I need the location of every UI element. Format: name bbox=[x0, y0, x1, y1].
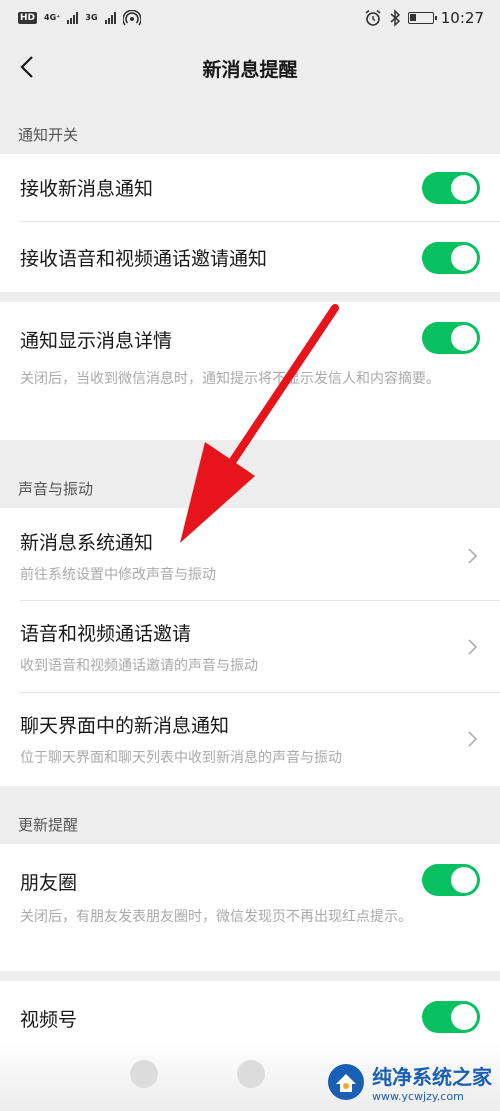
row-call-invite-sound[interactable]: 语音和视频通话邀请 收到语音和视频通话邀请的声音与振动 bbox=[0, 601, 500, 693]
show-message-detail-toggle[interactable] bbox=[422, 322, 480, 354]
back-arrow-icon[interactable] bbox=[14, 52, 44, 82]
chevron-right-icon bbox=[468, 639, 478, 655]
hotspot-icon bbox=[122, 10, 141, 26]
row-moments: 朋友圈 关闭后，有朋友发表朋友圈时，微信发现页不再出现红点提示。 bbox=[0, 844, 500, 971]
card-show-detail: 通知显示消息详情 关闭后，当收到微信消息时，通知提示将不显示发信人和内容摘要。 bbox=[0, 302, 500, 440]
row-description: 关闭后，有朋友发表朋友圈时，微信发现页不再出现红点提示。 bbox=[20, 909, 412, 925]
battery-fill bbox=[409, 14, 416, 21]
watermark-url: www.ycwjzy.com bbox=[372, 1090, 464, 1103]
section-header-sound-vibration: 声音与振动 bbox=[18, 480, 94, 498]
row-title: 视频号 bbox=[20, 1009, 78, 1031]
watermark: 纯净系统之家 www.ycwjzy.com bbox=[326, 1061, 492, 1103]
card-moments: 朋友圈 关闭后，有朋友发表朋友圈时，微信发现页不再出现红点提示。 bbox=[0, 844, 500, 971]
watermark-logo-icon bbox=[328, 1064, 364, 1100]
row-description: 前往系统设置中修改声音与振动 bbox=[20, 567, 216, 583]
toggle-knob bbox=[451, 245, 477, 271]
page-title: 新消息提醒 bbox=[202, 58, 298, 81]
watermark-title: 纯净系统之家 bbox=[372, 1065, 492, 1089]
row-title: 朋友圈 bbox=[20, 872, 78, 894]
card-sound-vibration: 新消息系统通知 前往系统设置中修改声音与振动 语音和视频通话邀请 收到语音和视频… bbox=[0, 508, 500, 786]
row-title: 聊天界面中的新消息通知 bbox=[20, 715, 230, 737]
chevron-right-icon bbox=[468, 731, 478, 747]
row-receive-call-invite: 接收语音和视频通话邀请通知 bbox=[0, 222, 500, 292]
row-description: 收到语音和视频通话邀请的声音与振动 bbox=[20, 658, 258, 674]
signal-bars-icon bbox=[104, 12, 116, 24]
row-title: 接收新消息通知 bbox=[20, 178, 154, 200]
row-show-message-detail: 通知显示消息详情 关闭后，当收到微信消息时，通知提示将不显示发信人和内容摘要。 bbox=[0, 302, 500, 440]
battery-icon bbox=[407, 12, 437, 24]
toggle-knob bbox=[451, 175, 477, 201]
section-header-update-remind: 更新提醒 bbox=[18, 816, 79, 834]
alarm-icon bbox=[365, 9, 381, 26]
receive-call-invite-toggle[interactable] bbox=[422, 242, 480, 274]
row-receive-new-message: 接收新消息通知 bbox=[0, 154, 500, 222]
nav-bar: 新消息提醒 bbox=[0, 36, 500, 100]
toggle-knob bbox=[451, 867, 477, 893]
toggle-knob bbox=[451, 1004, 477, 1030]
row-description: 关闭后，当收到微信消息时，通知提示将不显示发信人和内容摘要。 bbox=[20, 371, 440, 387]
status-bar: HD 4G⁺ 3G 10:27 bbox=[0, 0, 500, 36]
signal-label-4g: 4G⁺ bbox=[44, 13, 61, 22]
receive-new-message-toggle[interactable] bbox=[422, 172, 480, 204]
row-title: 新消息系统通知 bbox=[20, 532, 154, 554]
moments-toggle[interactable] bbox=[422, 864, 480, 896]
status-right: 10:27 bbox=[364, 9, 484, 27]
toggle-knob bbox=[451, 325, 477, 351]
channels-toggle[interactable] bbox=[422, 1001, 480, 1033]
faded-icon bbox=[237, 1060, 265, 1088]
row-system-notification[interactable]: 新消息系统通知 前往系统设置中修改声音与振动 bbox=[0, 508, 500, 601]
status-left: HD 4G⁺ 3G bbox=[18, 10, 141, 26]
watermark-text: 纯净系统之家 www.ycwjzy.com bbox=[372, 1061, 492, 1103]
chevron-right-icon bbox=[468, 548, 478, 564]
signal-bars-icon bbox=[67, 12, 79, 24]
status-time: 10:27 bbox=[440, 9, 484, 27]
row-description: 位于聊天界面和聊天列表中收到新消息的声音与振动 bbox=[20, 750, 342, 766]
bluetooth-icon bbox=[390, 9, 400, 27]
hd-badge: HD bbox=[18, 12, 38, 24]
signal-label-3g: 3G bbox=[85, 13, 98, 22]
card-notify-switch: 接收新消息通知 接收语音和视频通话邀请通知 bbox=[0, 154, 500, 292]
row-chat-new-message[interactable]: 聊天界面中的新消息通知 位于聊天界面和聊天列表中收到新消息的声音与振动 bbox=[0, 693, 500, 786]
row-title: 接收语音和视频通话邀请通知 bbox=[20, 248, 268, 270]
row-title: 语音和视频通话邀请 bbox=[20, 623, 192, 645]
section-header-notify-switch: 通知开关 bbox=[18, 126, 79, 144]
row-title: 通知显示消息详情 bbox=[20, 330, 173, 352]
faded-icon bbox=[130, 1060, 158, 1088]
